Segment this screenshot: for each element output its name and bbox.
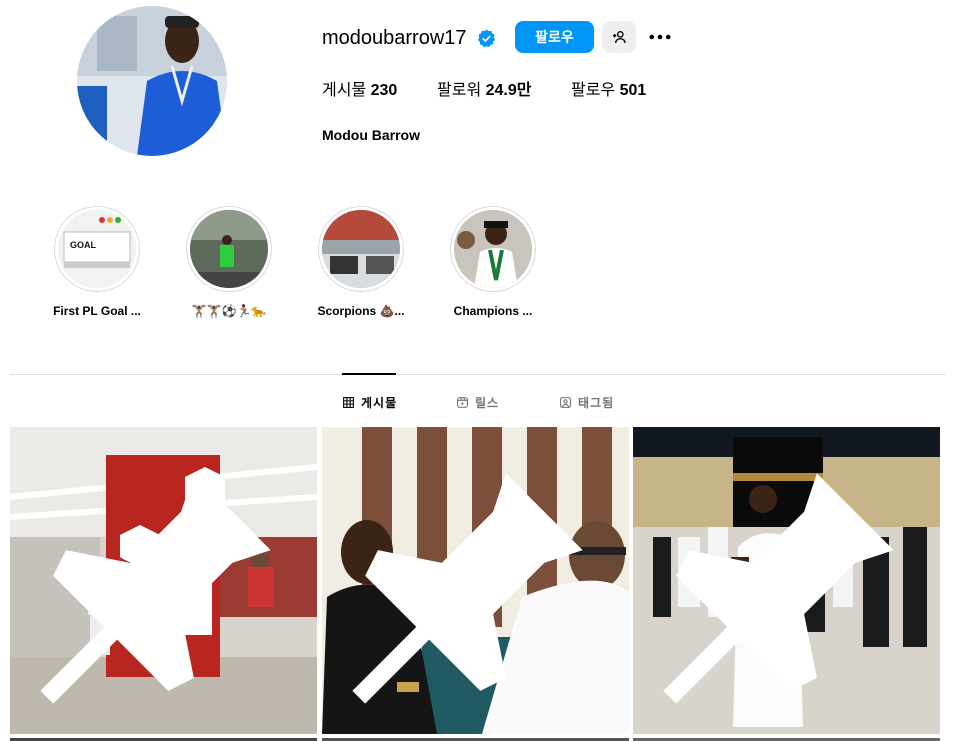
highlight-label: 🏋🏿🏋🏿⚽🏃🏿🐆 bbox=[191, 304, 267, 318]
pin-icon bbox=[352, 473, 583, 704]
person-add-icon bbox=[613, 31, 626, 44]
more-options-button[interactable] bbox=[648, 24, 672, 50]
svg-text:GOAL: GOAL bbox=[70, 240, 97, 250]
following-count[interactable]: 팔로우 501 bbox=[571, 81, 646, 101]
tabs-divider bbox=[10, 374, 946, 375]
tagged-icon bbox=[560, 396, 571, 408]
pin-icon bbox=[40, 473, 271, 704]
highlight-label: Champions ... bbox=[453, 304, 533, 318]
highlight-item[interactable]: 🏋🏿🏋🏿⚽🏃🏿🐆 bbox=[186, 206, 272, 318]
followers-count[interactable]: 팔로워 24.9만 bbox=[437, 81, 532, 101]
suggest-similar-button[interactable] bbox=[602, 21, 636, 53]
tab-posts[interactable]: 게시물 bbox=[342, 393, 397, 411]
tab-label: 릴스 bbox=[475, 395, 500, 410]
follow-button[interactable]: 팔로우 bbox=[515, 21, 594, 53]
tab-label: 게시물 bbox=[361, 395, 398, 410]
more-icon bbox=[649, 34, 671, 40]
username: modoubarrow17 bbox=[322, 27, 467, 49]
reels-icon bbox=[457, 396, 468, 408]
profile-avatar[interactable] bbox=[77, 6, 227, 156]
post-thumbnail[interactable] bbox=[633, 427, 940, 734]
highlight-label: First PL Goal ... bbox=[53, 304, 141, 318]
post-thumbnail[interactable] bbox=[322, 427, 629, 734]
full-name: Modou Barrow bbox=[322, 127, 420, 143]
verified-badge-icon bbox=[477, 29, 496, 48]
highlight-label: Scorpions 💩... bbox=[317, 304, 405, 318]
tab-reels[interactable]: 릴스 bbox=[456, 393, 499, 411]
tab-tagged[interactable]: 태그됨 bbox=[559, 393, 614, 411]
highlight-item[interactable]: GOAL First PL Goal ... bbox=[53, 206, 141, 318]
tab-label: 태그됨 bbox=[578, 395, 615, 410]
post-thumbnail[interactable] bbox=[10, 427, 317, 734]
grid-icon bbox=[343, 396, 354, 408]
highlight-item[interactable]: Scorpions 💩... bbox=[318, 206, 404, 318]
active-tab-indicator bbox=[342, 373, 396, 375]
pin-icon bbox=[663, 473, 894, 704]
highlight-item[interactable]: Champions ... bbox=[450, 206, 536, 318]
posts-count: 게시물 230 bbox=[322, 82, 398, 99]
